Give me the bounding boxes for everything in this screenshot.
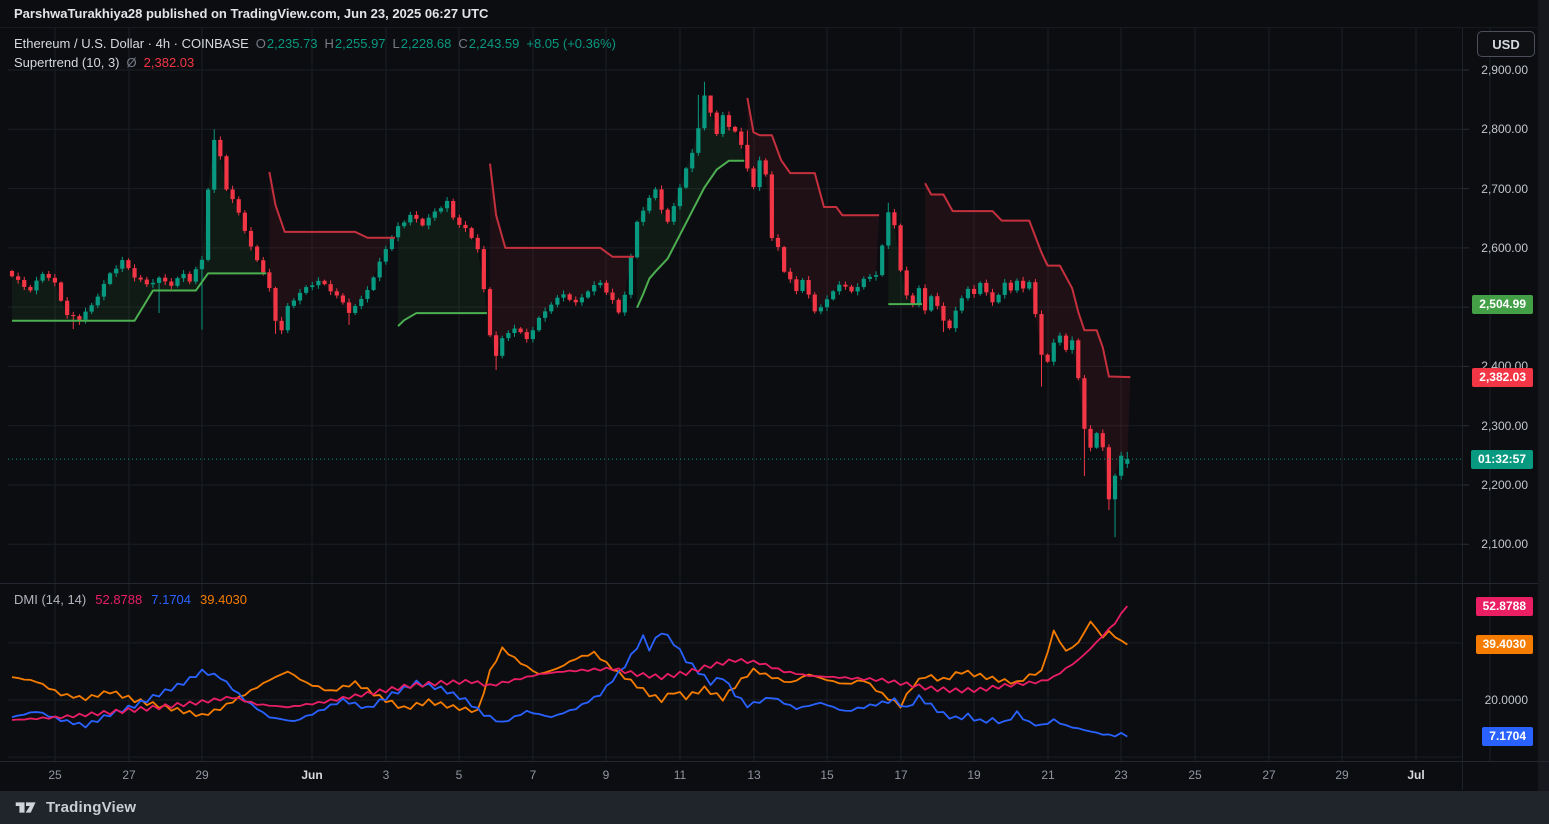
time-axis-tick[interactable]: 5 [456, 768, 463, 782]
supertrend-down-value-badge: 2,382.03 [1472, 368, 1533, 387]
time-axis-tick[interactable]: 25 [1188, 768, 1201, 782]
time-axis-tick[interactable]: 23 [1114, 768, 1127, 782]
time-axis-tick[interactable]: 13 [747, 768, 760, 782]
price-axis-label: 2,200.00 [1481, 477, 1528, 493]
chart-canvas[interactable] [0, 0, 1549, 791]
plus-di-value-badge: 7.1704 [1482, 727, 1533, 746]
adx-value-badge: 52.8788 [1476, 597, 1533, 616]
time-axis-tick[interactable]: 17 [894, 768, 907, 782]
publish-info-text: ParshwaTurakhiya28 published on TradingV… [14, 6, 488, 21]
price-axis-label: 2,700.00 [1481, 181, 1528, 197]
publish-header: ParshwaTurakhiya28 published on TradingV… [0, 0, 1538, 28]
countdown-badge: 01:32:57 [1471, 450, 1533, 469]
time-axis-tick[interactable]: 27 [122, 768, 135, 782]
dmi-adx-value: 52.8788 [95, 592, 142, 607]
price-axis-label: 2,100.00 [1481, 536, 1528, 552]
tradingview-snapshot-page: ParshwaTurakhiya28 published on TradingV… [0, 0, 1549, 824]
tradingview-logo-icon[interactable] [15, 799, 37, 816]
supertrend-legend-value: 2,382.03 [144, 55, 195, 70]
time-axis-tick[interactable]: 15 [820, 768, 833, 782]
time-axis-tick[interactable]: 19 [967, 768, 980, 782]
time-axis-tick[interactable]: 7 [530, 768, 537, 782]
price-axis-label: 2,800.00 [1481, 121, 1528, 137]
time-axis-tick[interactable]: 9 [603, 768, 610, 782]
time-axis-tick[interactable]: Jun [301, 768, 322, 782]
time-axis-tick[interactable]: 21 [1041, 768, 1054, 782]
currency-toggle-button[interactable]: USD [1477, 31, 1535, 57]
time-axis-tick[interactable]: 29 [1335, 768, 1348, 782]
symbol-legend: Ethereum / U.S. Dollar · 4h · COINBASE O… [14, 34, 616, 72]
supertrend-legend-name[interactable]: Supertrend (10, 3) [14, 55, 120, 70]
dmi-axis-label: 20.0000 [1485, 692, 1528, 708]
time-axis-tick[interactable]: 29 [195, 768, 208, 782]
dmi-legend: DMI (14, 14) 52.8788 7.1704 39.4030 [14, 592, 247, 607]
dmi-legend-name[interactable]: DMI (14, 14) [14, 592, 86, 607]
price-axis-label: 2,600.00 [1481, 240, 1528, 256]
price-axis-label: 2,900.00 [1481, 62, 1528, 78]
time-axis-tick[interactable]: 3 [383, 768, 390, 782]
dmi-plus-di-value: 7.1704 [151, 592, 191, 607]
price-change: +8.05 (+0.36%) [526, 36, 616, 51]
dmi-minus-di-value: 39.4030 [200, 592, 247, 607]
price-axis-label: 2,300.00 [1481, 418, 1528, 434]
tradingview-brand-text[interactable]: TradingView [46, 799, 136, 816]
supertrend-up-value-badge: 2,504.99 [1472, 295, 1533, 314]
time-axis-tick[interactable]: 25 [48, 768, 61, 782]
supertrend-avg-symbol: Ø [127, 55, 137, 70]
ohlc-high: H2,255.97 [325, 36, 386, 51]
minus-di-value-badge: 39.4030 [1476, 635, 1533, 654]
footer-bar: TradingView [0, 791, 1549, 824]
time-axis-tick[interactable]: 27 [1262, 768, 1275, 782]
symbol-title[interactable]: Ethereum / U.S. Dollar · 4h · COINBASE [14, 36, 249, 51]
time-axis-tick[interactable]: Jul [1407, 768, 1424, 782]
ohlc-low: L2,228.68 [393, 36, 452, 51]
ohlc-close: C2,243.59 [458, 36, 519, 51]
time-axis-tick[interactable]: 11 [674, 768, 686, 782]
ohlc-open: O2,235.73 [256, 36, 318, 51]
